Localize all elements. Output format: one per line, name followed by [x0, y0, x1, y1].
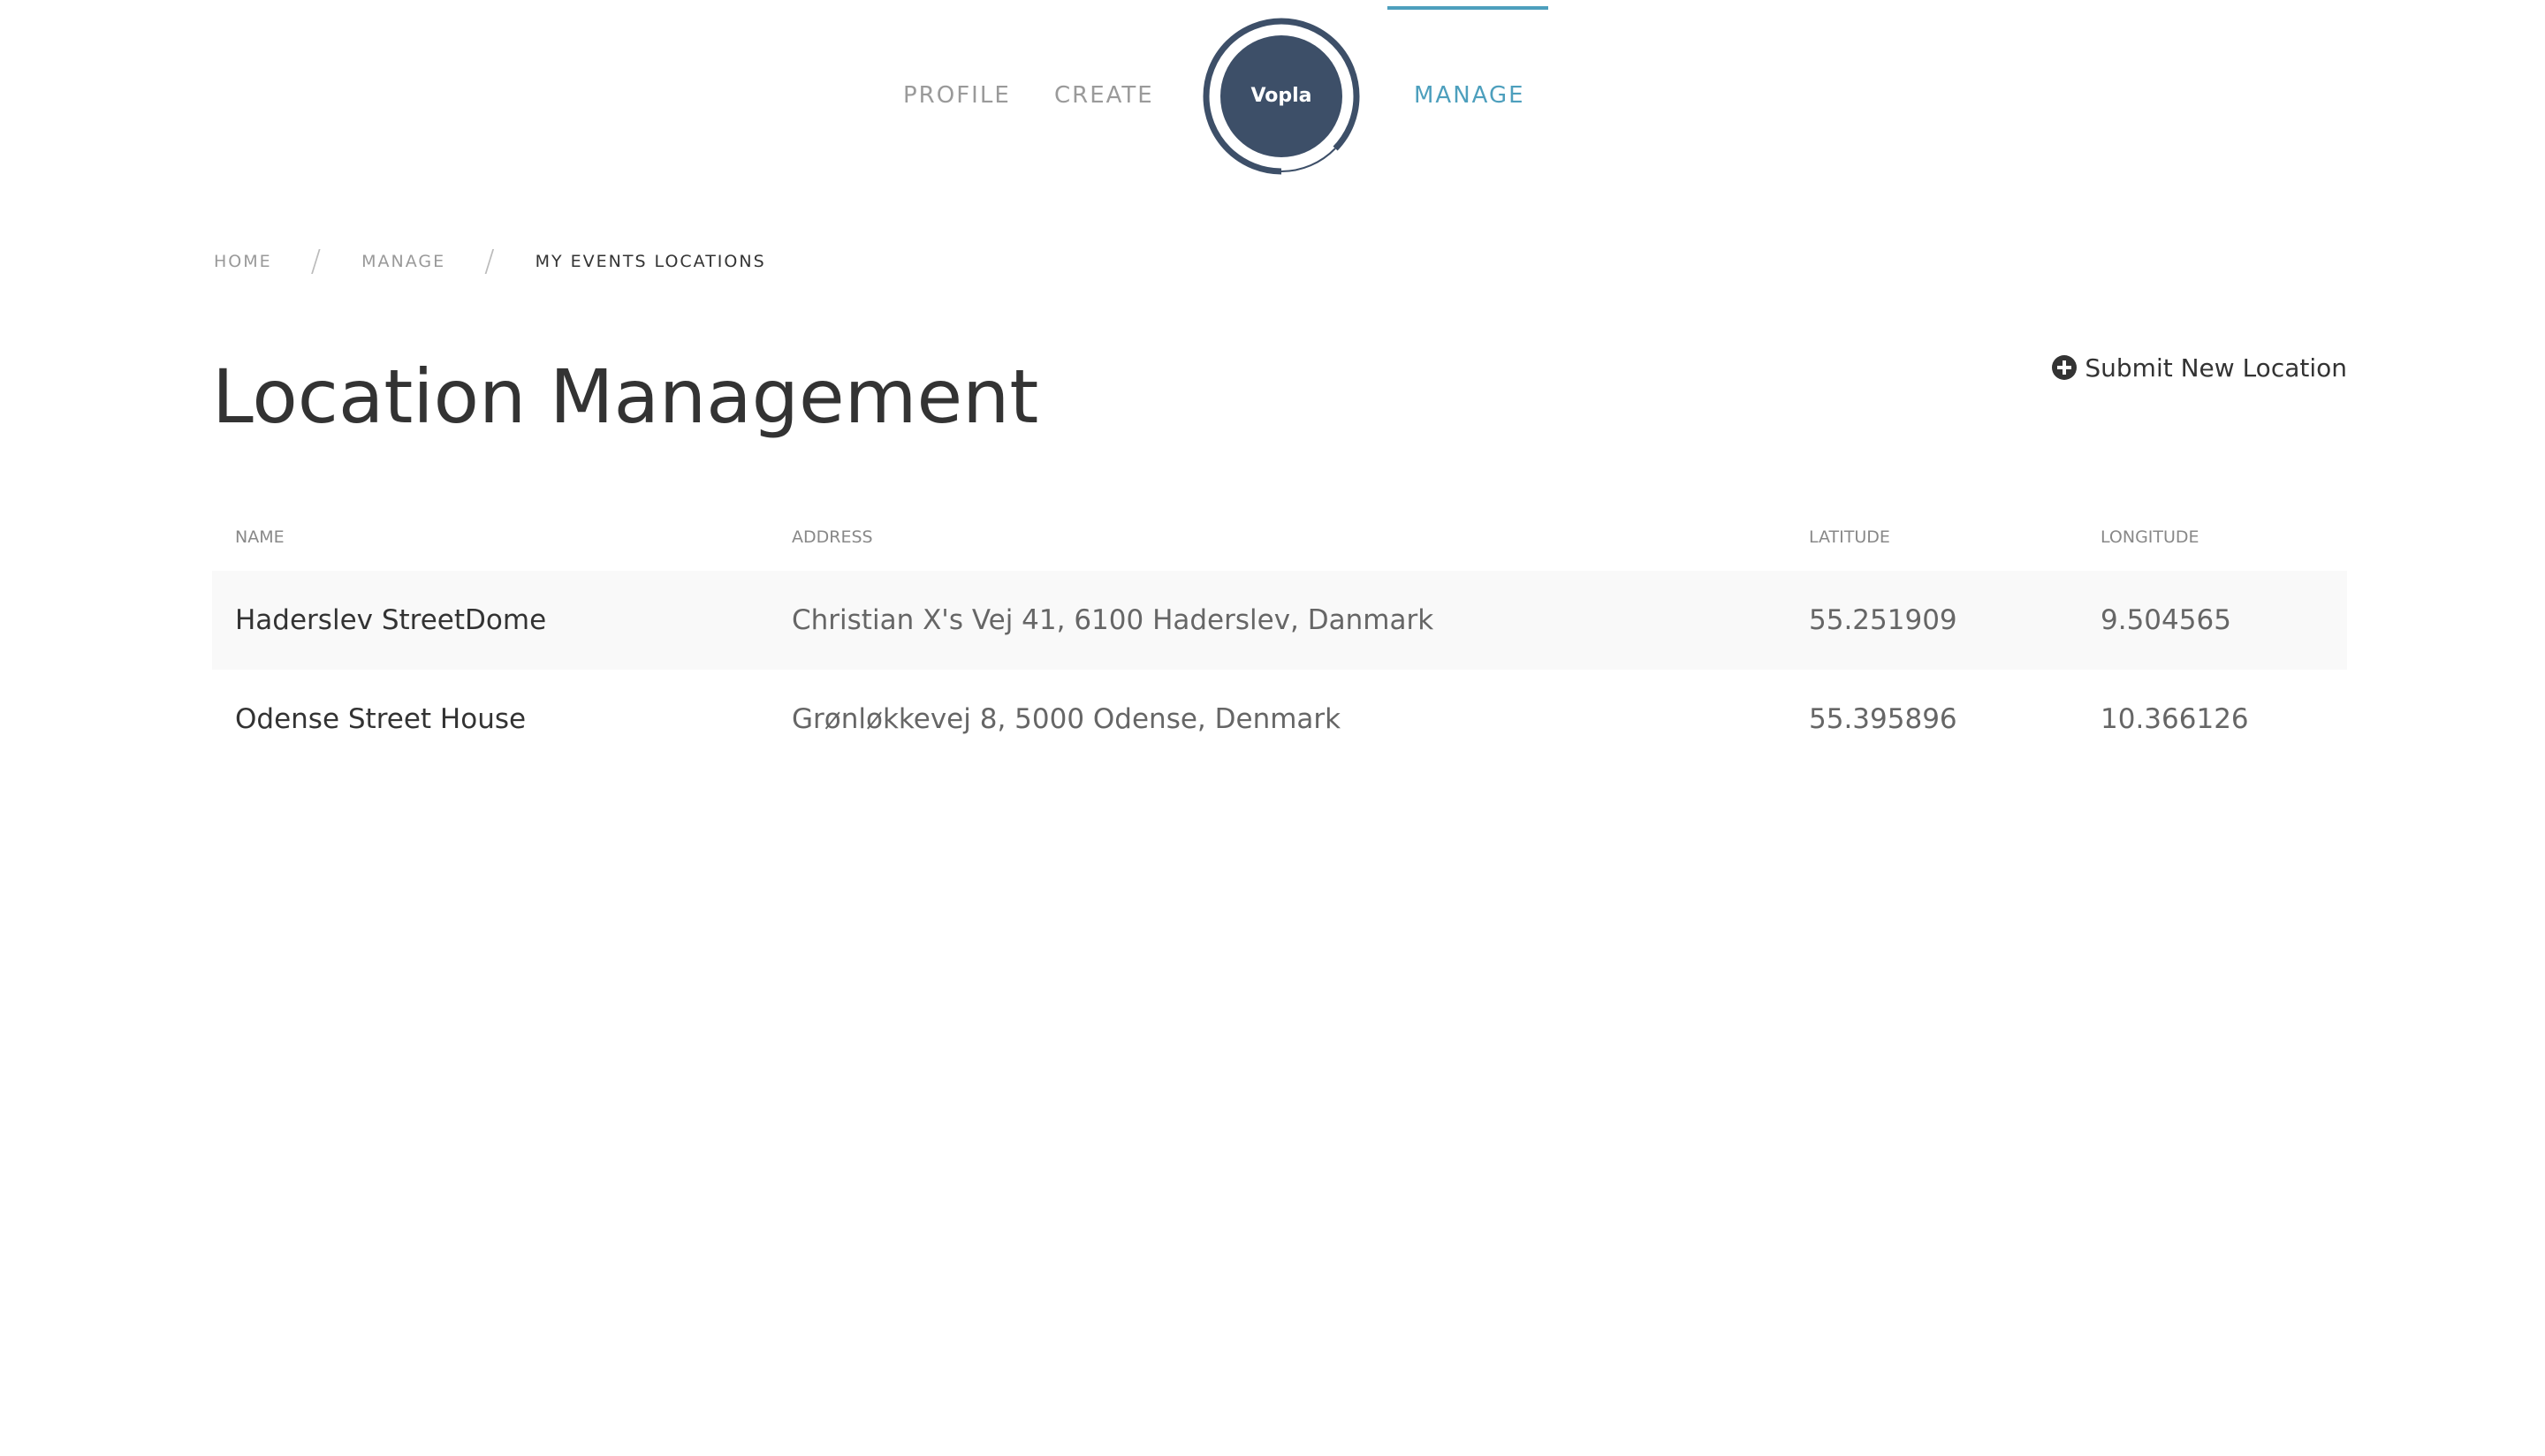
- breadcrumb-manage[interactable]: MANAGE: [361, 252, 445, 271]
- nav-create-link[interactable]: CREATE: [1054, 78, 1154, 113]
- logo-text: Vopla: [1250, 85, 1312, 107]
- breadcrumb-home[interactable]: HOME: [214, 252, 272, 271]
- submit-new-location-label: Submit New Location: [2085, 353, 2347, 383]
- location-address-cell: Grønløkkevej 8, 5000 Odense, Denmark: [769, 670, 1786, 769]
- location-address-cell: Christian X's Vej 41, 6100 Haderslev, Da…: [769, 571, 1786, 670]
- column-header-latitude: LATITUDE: [1809, 527, 1890, 547]
- location-latitude-cell: 55.395896: [1786, 670, 2078, 769]
- breadcrumb-separator: /: [310, 244, 323, 279]
- location-longitude-cell: 9.504565: [2078, 571, 2347, 670]
- breadcrumb-current: MY EVENTS LOCATIONS: [535, 252, 766, 271]
- page-title: Location Management: [212, 353, 1039, 440]
- nav-manage-link[interactable]: MANAGE: [1414, 78, 1525, 113]
- breadcrumb: HOME / MANAGE / MY EVENTS LOCATIONS: [214, 244, 766, 279]
- vopla-logo[interactable]: Vopla: [1203, 18, 1360, 175]
- nav-profile-link[interactable]: PROFILE: [903, 78, 1011, 113]
- column-header-address: ADDRESS: [792, 527, 873, 547]
- location-longitude-cell: 10.366126: [2078, 670, 2347, 769]
- table-row[interactable]: Haderslev StreetDome Christian X's Vej 4…: [212, 571, 2347, 670]
- location-name-cell[interactable]: Odense Street House: [212, 670, 769, 769]
- table-header-row: NAME ADDRESS LATITUDE LONGITUDE: [212, 504, 2347, 571]
- locations-table: NAME ADDRESS LATITUDE LONGITUDE Hadersle…: [212, 504, 2347, 769]
- column-header-longitude: LONGITUDE: [2101, 527, 2199, 547]
- location-name-cell[interactable]: Haderslev StreetDome: [212, 571, 769, 670]
- submit-new-location-button[interactable]: Submit New Location: [2051, 350, 2347, 385]
- location-latitude-cell: 55.251909: [1786, 571, 2078, 670]
- column-header-name: NAME: [235, 527, 285, 547]
- table-row[interactable]: Odense Street House Grønløkkevej 8, 5000…: [212, 670, 2347, 769]
- active-nav-indicator: [1387, 6, 1548, 10]
- top-navigation: PROFILE CREATE Vopla MANAGE: [0, 0, 2545, 186]
- plus-circle-icon: [2052, 355, 2078, 380]
- breadcrumb-separator: /: [484, 244, 497, 279]
